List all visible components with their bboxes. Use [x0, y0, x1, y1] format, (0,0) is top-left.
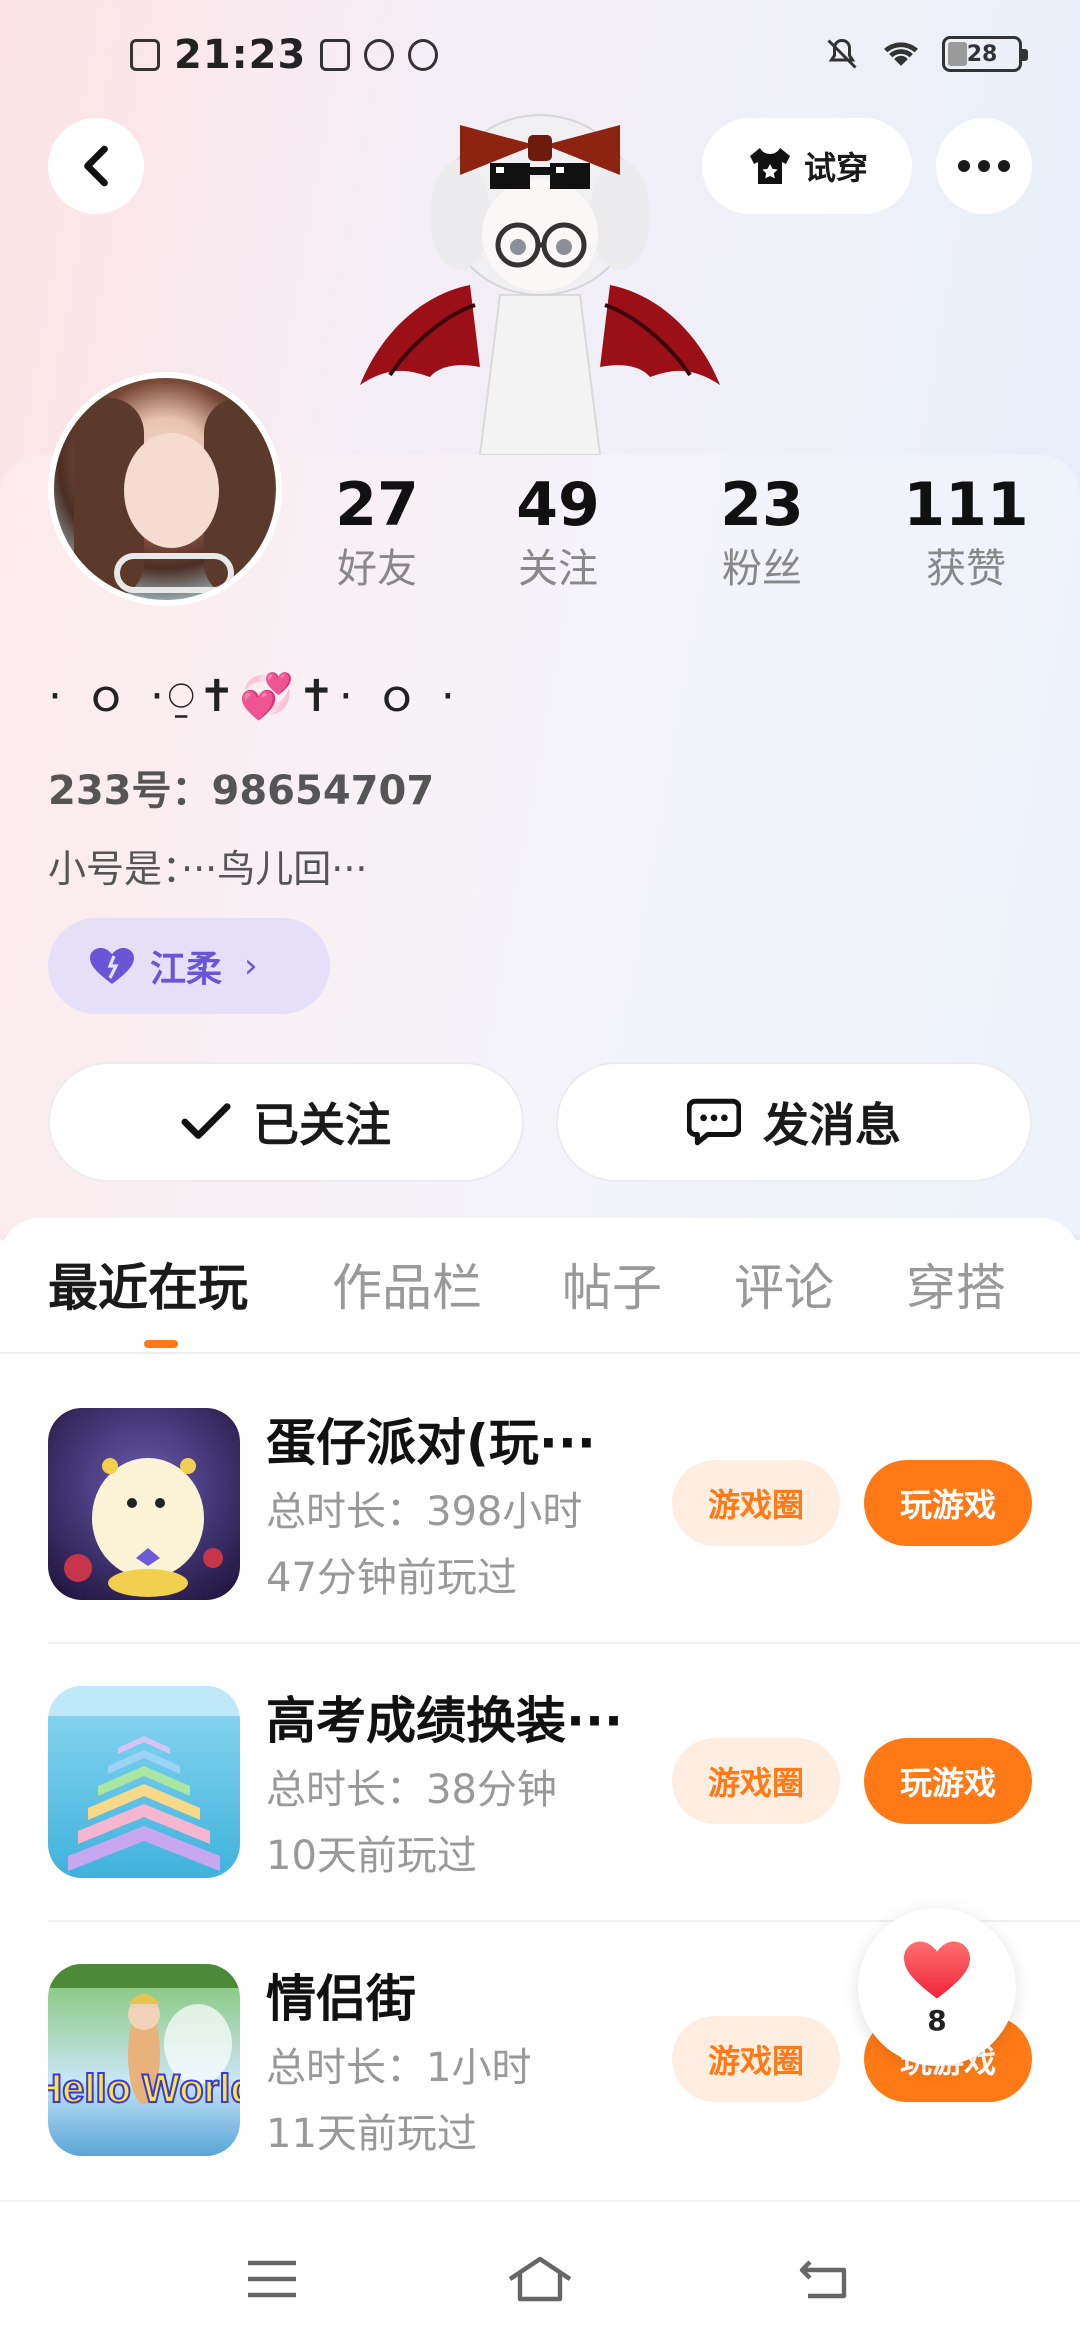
home-button[interactable]	[500, 2244, 580, 2314]
heart-icon	[90, 948, 134, 984]
bio: 小号是：···鸟儿回···	[48, 847, 368, 891]
try-on-label: 试穿	[803, 149, 868, 187]
stat-following[interactable]: 49 关注	[483, 470, 633, 598]
app-notification-icon-3	[408, 39, 439, 71]
game-icon	[48, 1686, 240, 1878]
relationship-tag[interactable]: 江柔 ›	[48, 918, 330, 1014]
stat-likes[interactable]: 111 获赞	[891, 470, 1041, 598]
back-button[interactable]	[48, 118, 144, 214]
home-icon	[508, 2256, 572, 2302]
like-button[interactable]: 8	[858, 1908, 1016, 2066]
wifi-icon	[884, 42, 918, 66]
menu-icon	[248, 2260, 296, 2298]
bell-off-icon	[827, 38, 857, 69]
status-bar: 21:23 28	[0, 0, 1080, 110]
stat-label: 关注	[518, 546, 598, 592]
send-message-button[interactable]: 发消息	[556, 1062, 1032, 1182]
more-icon	[958, 160, 1010, 172]
status-right: 28	[824, 36, 1028, 72]
return-icon	[799, 2260, 847, 2299]
stat-followers[interactable]: 23 粉丝	[687, 470, 837, 598]
status-time: 21:23	[174, 32, 307, 78]
system-nav-bar	[0, 2200, 1080, 2340]
followed-button[interactable]: 已关注	[48, 1062, 524, 1182]
stat-value: 111	[903, 470, 1029, 540]
tshirt-icon	[749, 148, 790, 184]
stat-value: 23	[720, 470, 804, 540]
chevron-left-icon	[84, 145, 108, 187]
nickname: · ｏ ·⍜✝💞✝· ｏ ·	[48, 671, 459, 722]
game-last-played: 11天前玩过	[266, 2111, 477, 2157]
chat-bubble-icon	[687, 1098, 741, 1146]
tab-works[interactable]: 作品栏	[332, 1248, 482, 1328]
divider	[0, 1352, 1080, 1354]
game-duration: 总时长：398小时	[266, 1489, 583, 1535]
back-nav-button[interactable]	[784, 2244, 864, 2314]
stat-label: 获赞	[926, 546, 1006, 592]
like-count: 8	[927, 2003, 947, 2037]
tab-recently-played[interactable]: 最近在玩	[48, 1248, 248, 1328]
game-circle-button[interactable]: 游戏圈	[672, 2016, 840, 2102]
game-duration: 总时长：1小时	[266, 2045, 532, 2091]
status-left: 21:23	[130, 32, 439, 78]
app-notification-icon-2	[364, 39, 395, 71]
game-duration: 总时长：38分钟	[266, 1767, 557, 1813]
divider	[48, 1642, 1080, 1644]
send-message-label: 发消息	[763, 1098, 901, 1152]
battery-level: 28	[966, 41, 998, 67]
game-last-played: 47分钟前玩过	[266, 1555, 517, 1601]
play-game-button[interactable]: 玩游戏	[864, 1738, 1032, 1824]
game-icon: Hello World	[48, 1964, 240, 2156]
tab-comments[interactable]: 评论	[734, 1248, 834, 1328]
menu-button[interactable]	[232, 2244, 312, 2314]
stat-label: 好友	[337, 546, 417, 592]
check-icon	[181, 1103, 231, 1139]
game-icon	[48, 1408, 240, 1600]
game-title: 高考成绩换装···	[266, 1692, 623, 1750]
heart-icon	[904, 1941, 970, 1998]
game-list-item[interactable]: 蛋仔派对(玩··· 总时长：398小时 47分钟前玩过 游戏圈 玩游戏	[0, 1408, 1080, 1688]
sim-off-icon	[130, 39, 160, 71]
avatar-figure	[360, 114, 720, 455]
battery-icon: 28	[942, 36, 1028, 72]
tab-outfits[interactable]: 穿搭	[906, 1248, 1006, 1328]
tab-bar: 最近在玩 作品栏 帖子 评论 穿搭	[0, 1248, 1080, 1348]
play-game-button[interactable]: 玩游戏	[864, 1460, 1032, 1546]
app-notification-icon	[320, 39, 351, 71]
stat-value: 49	[516, 470, 600, 540]
user-id: 233号：98654707	[48, 768, 435, 814]
tab-indicator	[144, 1340, 178, 1348]
stat-friends[interactable]: 27 好友	[302, 470, 452, 598]
game-title: 蛋仔派对(玩···	[266, 1414, 596, 1472]
game-circle-button[interactable]: 游戏圈	[672, 1738, 840, 1824]
followed-label: 已关注	[253, 1098, 391, 1152]
profile-stats: 27 好友 49 关注 23 粉丝 111 获赞	[0, 470, 1080, 610]
tag-label: 江柔	[150, 949, 223, 990]
try-on-button[interactable]: 试穿	[702, 118, 912, 214]
tab-posts[interactable]: 帖子	[562, 1248, 662, 1328]
stat-value: 27	[335, 470, 419, 540]
game-last-played: 10天前玩过	[266, 1833, 477, 1879]
more-button[interactable]	[936, 118, 1032, 214]
chevron-right-icon: ›	[244, 946, 258, 986]
stat-label: 粉丝	[722, 546, 802, 592]
game-circle-button[interactable]: 游戏圈	[672, 1460, 840, 1546]
game-title: 情侣街	[266, 1970, 416, 2028]
game3-icon-text: Hello World	[48, 2067, 240, 2111]
